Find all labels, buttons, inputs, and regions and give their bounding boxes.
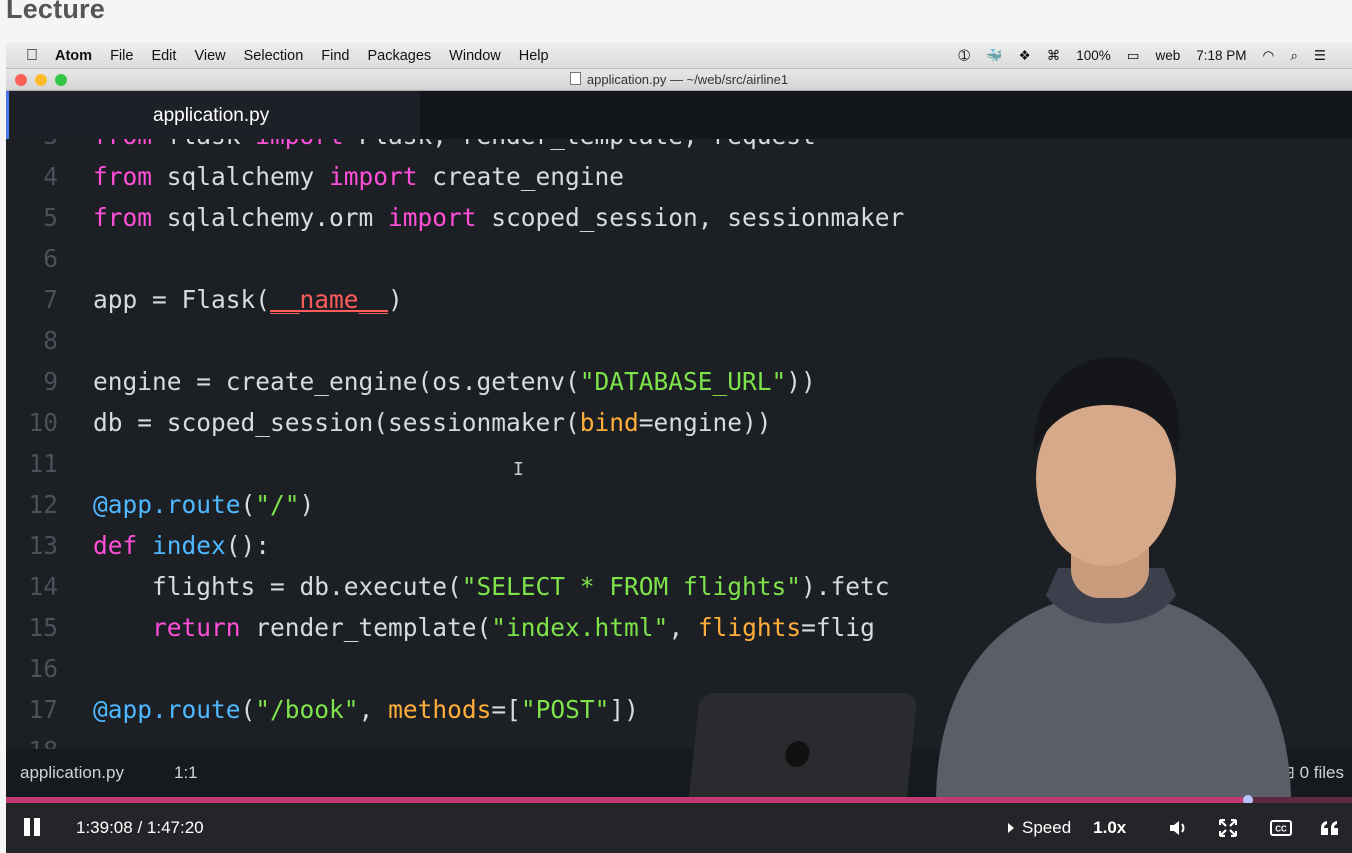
minimize-window-button[interactable] <box>35 74 47 86</box>
menu-view[interactable]: View <box>185 48 234 64</box>
battery-icon[interactable]: ▭ <box>1119 48 1148 64</box>
line-number: 8 <box>43 326 58 355</box>
captions-icon[interactable]: CC <box>1267 814 1295 842</box>
editor-tab-bar: application.py <box>6 91 1352 139</box>
svg-text:CC: CC <box>1275 825 1287 834</box>
line-number: 9 <box>43 367 58 396</box>
battery-percent: 100% <box>1076 48 1111 63</box>
status-file-name[interactable]: application.py <box>20 763 124 783</box>
playback-time: 1:39:08 / 1:47:20 <box>76 818 204 837</box>
line-number: 11 <box>28 449 58 478</box>
code-line: app = Flask(__name__) <box>93 285 403 314</box>
speed-value: 1.0x <box>1093 818 1127 837</box>
window-title: application.py — ~/web/src/airline1 <box>586 72 789 87</box>
apple-logo-icon <box>784 741 811 767</box>
line-number: 3 <box>10 139 58 150</box>
presenter-video <box>936 356 1291 803</box>
code-line: return render_template("index.html", fli… <box>152 613 875 642</box>
line-number: 10 <box>28 408 58 437</box>
transcript-quote-icon[interactable] <box>1316 814 1344 842</box>
speed-caret-icon <box>1008 823 1014 833</box>
menu-find[interactable]: Find <box>312 48 358 64</box>
pause-button[interactable] <box>24 818 40 836</box>
docker-icon[interactable]: 🐳 <box>978 48 1011 64</box>
password-icon[interactable]: ➀ <box>950 48 977 64</box>
speed-label: Speed <box>1022 818 1072 837</box>
menu-app-name[interactable]: Atom <box>46 48 101 64</box>
code-line: from sqlalchemy import create_engine <box>93 162 625 191</box>
tab-label: application.py <box>153 105 270 126</box>
laptop-image <box>688 693 918 803</box>
code-line: flights = db.execute("SELECT * FROM flig… <box>93 572 890 601</box>
video-player[interactable]:  Atom File Edit View Selection Find Pac… <box>6 43 1352 853</box>
line-number: 16 <box>28 654 58 683</box>
line-number: 13 <box>28 531 58 560</box>
line-number: 5 <box>43 203 58 232</box>
close-window-button[interactable] <box>15 74 27 86</box>
code-line: db = scoped_session(sessionmaker(bind=en… <box>93 408 772 437</box>
line-number: 15 <box>28 613 58 642</box>
file-icon <box>569 72 581 85</box>
tab-application-py[interactable]: application.py <box>6 91 420 139</box>
menu-window[interactable]: Window <box>440 48 510 64</box>
code-line: @app.route("/book", methods=["POST"]) <box>93 695 639 724</box>
command-icon[interactable]: ⌘ <box>1039 48 1069 64</box>
mac-menubar:  Atom File Edit View Selection Find Pac… <box>6 43 1352 69</box>
wifi-icon[interactable]: ◠ <box>1255 48 1283 64</box>
code-line: from flask import Flask, render_template… <box>93 139 816 150</box>
line-number: 17 <box>28 695 58 724</box>
window-titlebar: application.py — ~/web/src/airline1 <box>6 69 1352 91</box>
apple-icon[interactable]:  <box>6 47 46 65</box>
line-number: 14 <box>28 572 58 601</box>
code-line: def index(): <box>93 531 271 560</box>
code-line: from sqlalchemy.orm import scoped_sessio… <box>93 203 905 232</box>
text-cursor-icon: I <box>513 459 524 480</box>
notification-list-icon[interactable]: ☰ <box>1306 48 1334 64</box>
code-line: engine = create_engine(os.getenv("DATABA… <box>93 367 816 396</box>
page-title: Lecture <box>6 0 105 24</box>
code-line: @app.route("/") <box>93 490 315 519</box>
speed-button[interactable]: Speed 1.0x <box>1008 818 1126 838</box>
menubar-status-area: ➀ 🐳 ❖ ⌘ 100% ▭ web 7:18 PM ◠ ⌕ ☰ <box>950 48 1352 64</box>
line-number: 12 <box>28 490 58 519</box>
menu-packages[interactable]: Packages <box>358 48 440 64</box>
menu-edit[interactable]: Edit <box>142 48 185 64</box>
maximize-window-button[interactable] <box>55 74 67 86</box>
line-number: 4 <box>43 162 58 191</box>
line-number: 18 <box>10 736 58 749</box>
dropbox-icon[interactable]: ❖ <box>1011 48 1039 64</box>
search-icon[interactable]: ⌕ <box>1282 48 1306 64</box>
menu-selection[interactable]: Selection <box>235 48 313 64</box>
menu-help[interactable]: Help <box>510 48 558 64</box>
menu-file[interactable]: File <box>101 48 142 64</box>
player-controls: 1:39:08 / 1:47:20 Speed 1.0x CC <box>6 803 1352 853</box>
line-number: 6 <box>43 244 58 273</box>
clock[interactable]: 7:18 PM <box>1188 48 1254 63</box>
status-cursor-position[interactable]: 1:1 <box>174 763 198 783</box>
line-number: 7 <box>43 285 58 314</box>
fullscreen-icon[interactable] <box>1214 814 1242 842</box>
volume-icon[interactable] <box>1164 814 1192 842</box>
user-name[interactable]: web <box>1148 48 1189 63</box>
